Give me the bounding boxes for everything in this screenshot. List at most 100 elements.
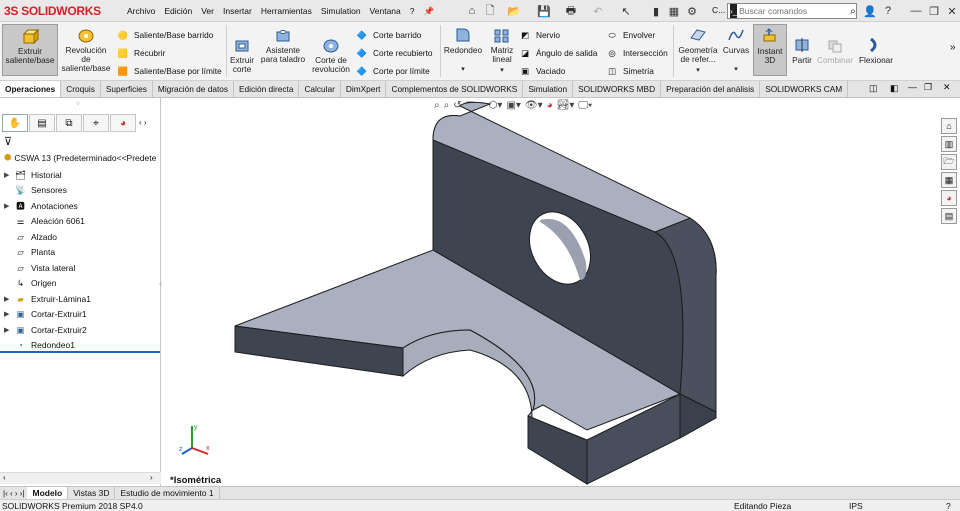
feature-manager-tab-icon[interactable]: ✋	[2, 114, 28, 132]
tab-vistas-3d[interactable]: Vistas 3D	[68, 487, 116, 499]
part-model[interactable]	[162, 98, 960, 486]
flex-button[interactable]: Flexionar	[857, 36, 895, 65]
tree-item-sensores[interactable]: 📡 Sensores	[4, 183, 67, 197]
menu-insertar[interactable]: Insertar	[223, 6, 252, 16]
tab-edicion-directa[interactable]: Edición directa	[234, 81, 300, 97]
undo-icon[interactable]: ↶	[590, 3, 606, 19]
search-icon[interactable]: ⌕	[850, 6, 856, 17]
pin-icon[interactable]: 📌	[423, 6, 434, 17]
menu-help[interactable]: ?	[410, 6, 415, 16]
panel-horizontal-scrollbar[interactable]: ‹ ›	[0, 472, 161, 484]
curves-dropdown-icon[interactable]: ▾	[734, 65, 738, 74]
tab-preparacion-analisis[interactable]: Preparación del análisis	[661, 81, 761, 97]
rollback-bar[interactable]	[0, 351, 160, 353]
tree-root-part[interactable]: ⬢ CSWA 13 (Predeterminado<<Predete	[4, 152, 161, 163]
expand-arrow-icon[interactable]: ▶	[4, 326, 14, 334]
tab-dimxpert[interactable]: DimXpert	[341, 81, 387, 97]
extrude-boss-button[interactable]: Extruir saliente/base	[2, 24, 58, 76]
doc-close-icon[interactable]: ✕	[943, 82, 951, 93]
tab-solidworks-cam[interactable]: SOLIDWORKS CAM	[760, 81, 849, 97]
boundary-cut-button[interactable]: 🔷 Corte por límite	[355, 64, 430, 78]
status-units[interactable]: IPS	[849, 501, 863, 511]
revolve-boss-button[interactable]: Revolución de saliente/base	[60, 26, 112, 73]
panel-grip-icon[interactable]: ○	[76, 101, 80, 107]
save-icon[interactable]: 💾	[536, 3, 552, 19]
intersect-button[interactable]: ◎ Intersección	[605, 46, 667, 60]
print-icon[interactable]: 🖶	[563, 3, 579, 19]
swept-boss-button[interactable]: 🟡 Saliente/Base barrido	[116, 28, 214, 42]
tree-item-material[interactable]: ⚌ Aleación 6061	[4, 214, 85, 228]
search-commands[interactable]: ›_ ⌕	[727, 3, 857, 19]
traffic-light-icon[interactable]: ▮	[648, 3, 664, 19]
fillet-dropdown-icon[interactable]: ▾	[461, 65, 465, 74]
menu-archivo[interactable]: Archivo	[127, 6, 155, 16]
dimxpert-manager-tab-icon[interactable]: ⌖	[83, 114, 109, 132]
tab-simulation[interactable]: Simulation	[523, 81, 574, 97]
minimize-icon[interactable]: —	[908, 3, 924, 19]
mirror-button[interactable]: ◫ Simetría	[605, 64, 654, 78]
fillet-button[interactable]: Redondeo ▾	[443, 26, 483, 74]
tab-scroll-icons[interactable]: |‹ ‹ › ›|	[0, 489, 27, 498]
panel-tabs-scroll-icon[interactable]: ‹ ›	[139, 114, 147, 132]
expand-arrow-icon[interactable]: ▶	[4, 202, 14, 210]
window-split-icon[interactable]: ◧	[890, 83, 899, 94]
expand-arrow-icon[interactable]: ▶	[4, 171, 14, 179]
menu-edicion[interactable]: Edición	[164, 6, 192, 16]
split-button[interactable]: Partir	[789, 36, 815, 65]
scroll-left-icon[interactable]: ‹	[3, 473, 6, 482]
menu-herramientas[interactable]: Herramientas	[261, 6, 312, 16]
open-folder-icon[interactable]: 📂	[506, 3, 522, 19]
boundary-boss-button[interactable]: 🟧 Saliente/Base por límite	[116, 64, 222, 78]
ref-geom-dropdown-icon[interactable]: ▾	[696, 66, 700, 75]
restore-icon[interactable]: ❐	[926, 3, 942, 19]
configuration-manager-tab-icon[interactable]: ⧉	[56, 114, 82, 132]
tree-item-alzado[interactable]: ▱ Alzado	[4, 230, 57, 244]
scroll-right-icon[interactable]: ›	[150, 473, 153, 482]
options-gear-icon[interactable]: ⚙	[684, 3, 700, 19]
file-properties-icon[interactable]: ▦	[666, 3, 682, 19]
tree-item-extruir-lamina1[interactable]: ▶ ▰ Extruir-Lámina1	[4, 292, 91, 306]
curves-button[interactable]: Curvas ▾	[722, 26, 750, 74]
tab-croquis[interactable]: Croquis	[61, 81, 101, 97]
tree-item-origen[interactable]: ↳ Origen	[4, 276, 57, 290]
rib-button[interactable]: ◩ Nervio	[518, 28, 560, 42]
linear-pattern-button[interactable]: Matriz lineal ▾	[486, 26, 518, 75]
tree-item-planta[interactable]: ▱ Planta	[4, 245, 55, 259]
expand-arrow-icon[interactable]: ▶	[4, 295, 14, 303]
home-icon[interactable]: ⌂	[464, 3, 480, 19]
filter-icon[interactable]: ⊽	[4, 135, 12, 148]
tile-window-icon[interactable]: ◫	[869, 83, 878, 94]
tab-calcular[interactable]: Calcular	[299, 81, 341, 97]
combine-button[interactable]: Combinar	[815, 36, 855, 65]
menu-ver[interactable]: Ver	[201, 6, 214, 16]
tab-modelo[interactable]: Modelo	[27, 487, 69, 499]
loft-cut-button[interactable]: 🔷 Corte recubierto	[355, 46, 433, 60]
search-input[interactable]	[739, 6, 851, 16]
close-icon[interactable]: ✕	[944, 3, 960, 19]
tab-complementos[interactable]: Complementos de SOLIDWORKS	[386, 81, 524, 97]
tab-solidworks-mbd[interactable]: SOLIDWORKS MBD	[573, 81, 662, 97]
tree-item-vista-lateral[interactable]: ▱ Vista lateral	[4, 261, 75, 275]
ribbon-expand-icon[interactable]: »	[950, 42, 956, 53]
tree-item-cortar-extruir1[interactable]: ▶ ▣ Cortar-Extruir1	[4, 307, 87, 321]
shell-button[interactable]: ▣ Vaciado	[518, 64, 565, 78]
units-help-icon[interactable]: ?	[946, 501, 951, 511]
loft-boss-button[interactable]: 🟨 Recubrir	[116, 46, 166, 60]
draft-button[interactable]: ◪ Ángulo de salida	[518, 46, 597, 60]
pattern-dropdown-icon[interactable]: ▾	[500, 66, 504, 75]
tree-item-anotaciones[interactable]: ▶ 🅰 Anotaciones	[4, 199, 78, 213]
reference-geometry-button[interactable]: Geometría de refer... ▾	[676, 26, 720, 75]
tree-item-historial[interactable]: ▶ 🗂 Historial	[4, 168, 62, 182]
menu-simulation[interactable]: Simulation	[321, 6, 361, 16]
extrude-cut-button[interactable]: Extruir corte	[228, 36, 256, 74]
instant3d-button[interactable]: Instant 3D	[753, 24, 787, 76]
revolve-cut-button[interactable]: Corte de revolución	[310, 36, 352, 74]
new-document-icon[interactable]: 🗋	[482, 3, 498, 19]
tree-item-redondeo1[interactable]: ◔ Redondeo1	[4, 338, 75, 352]
wrap-button[interactable]: ⬭ Envolver	[605, 28, 655, 42]
swept-cut-button[interactable]: 🔷 Corte barrido	[355, 28, 422, 42]
doc-restore-icon[interactable]: ❐	[924, 82, 932, 93]
display-manager-tab-icon[interactable]: ◕	[110, 114, 136, 132]
user-icon[interactable]: 👤	[862, 3, 878, 19]
hole-wizard-button[interactable]: Asistente para taladro	[258, 26, 308, 64]
